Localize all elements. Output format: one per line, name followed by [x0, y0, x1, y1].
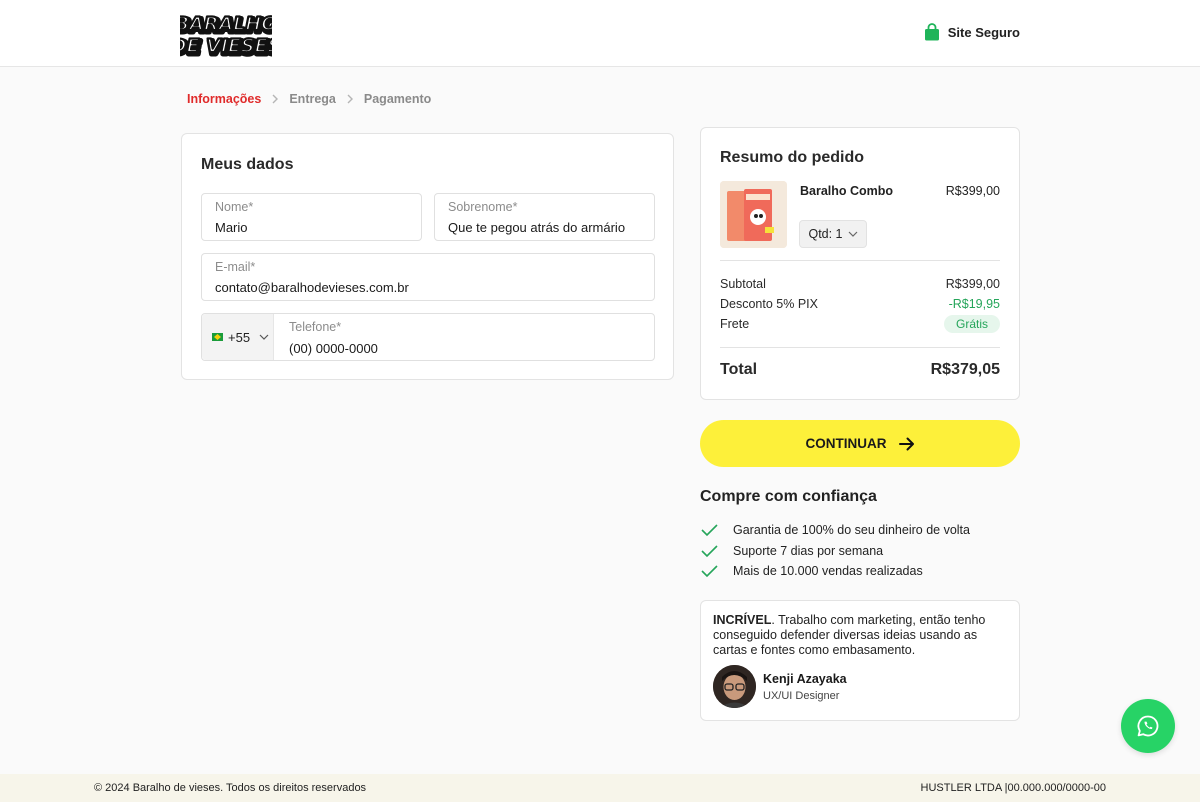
shipping-label: Frete — [720, 317, 750, 331]
testimonial-card: INCRÍVEL. Trabalho com marketing, então … — [700, 600, 1020, 721]
summary-divider — [720, 260, 1000, 261]
trust-item: Garantia de 100% do seu dinheiro de volt… — [700, 520, 970, 540]
whatsapp-icon — [1137, 715, 1159, 737]
arrow-right-icon — [898, 437, 914, 450]
testimonial-text: INCRÍVEL. Trabalho com marketing, então … — [713, 613, 1003, 658]
trust-title: Compre com confiança — [700, 488, 877, 505]
chevron-right-icon — [271, 94, 279, 104]
trust-list: Garantia de 100% do seu dinheiro de volt… — [700, 520, 970, 582]
first-name-value[interactable]: Mario — [215, 220, 248, 235]
last-name-value[interactable]: Que te pegou atrás do armário — [448, 220, 625, 235]
product-price: R$399,00 — [945, 184, 1000, 198]
quantity-select[interactable]: Qtd: 1 — [799, 220, 867, 248]
last-name-field[interactable]: Sobrenome* Que te pegou atrás do armário — [434, 193, 655, 241]
chevron-down-icon — [848, 231, 857, 237]
order-summary-title: Resumo do pedido — [720, 149, 864, 166]
personal-data-card: Meus dados Nome* Mario Sobrenome* Que te… — [181, 133, 674, 380]
form-title: Meus dados — [201, 156, 294, 173]
phone-field[interactable]: +55 Telefone* (00) 0000-0000 — [201, 313, 655, 361]
country-code-value: +55 — [228, 329, 251, 345]
product-name: Baralho Combo — [800, 184, 894, 198]
first-name-field[interactable]: Nome* Mario — [201, 193, 422, 241]
total-row: Total R$379,05 — [720, 361, 1000, 379]
trust-item-text: Mais de 10.000 vendas realizadas — [733, 564, 923, 578]
email-field[interactable]: E-mail* contato@baralhodevieses.com.br — [201, 253, 655, 301]
reviewer-name: Kenji Azayaka — [763, 672, 847, 686]
check-icon — [701, 524, 718, 537]
discount-value: -R$19,95 — [948, 297, 1000, 311]
secure-site-indicator: Site Seguro — [924, 23, 1020, 41]
avatar — [713, 665, 756, 708]
phone-value[interactable]: (00) 0000-0000 — [289, 341, 378, 356]
svg-text:BARALHO: BARALHO — [180, 13, 272, 35]
summary-divider — [720, 347, 1000, 348]
phone-label: Telefone* — [289, 320, 342, 334]
breadcrumb-step-informacoes[interactable]: Informações — [187, 92, 261, 106]
trust-item: Mais de 10.000 vendas realizadas — [700, 561, 970, 581]
free-shipping-badge: Grátis — [943, 315, 1000, 333]
site-header: BARALHO BARALHO DE VIESES DE VIESES Site… — [0, 0, 1200, 67]
testimonial-highlight: INCRÍVEL — [713, 613, 772, 627]
trust-item-text: Garantia de 100% do seu dinheiro de volt… — [733, 523, 970, 537]
svg-text:DE VIESES: DE VIESES — [180, 35, 272, 57]
email-label: E-mail* — [215, 260, 256, 274]
first-name-label: Nome* — [215, 200, 254, 214]
secure-label: Site Seguro — [947, 24, 1020, 40]
brand-logo[interactable]: BARALHO BARALHO DE VIESES DE VIESES — [170, 9, 286, 62]
order-summary-card: Resumo do pedido Baralho Combo R$399,00 … — [700, 127, 1020, 400]
check-icon — [701, 544, 718, 557]
total-value: R$379,05 — [930, 361, 1000, 378]
brand-logo-mark: BARALHO BARALHO DE VIESES DE VIESES — [170, 12, 286, 62]
total-label: Total — [720, 361, 758, 378]
chevron-down-icon — [259, 334, 269, 340]
subtotal-label: Subtotal — [720, 277, 766, 291]
breadcrumb-step-entrega[interactable]: Entrega — [289, 92, 336, 106]
discount-row: Desconto 5% PIX -R$19,95 — [720, 295, 1000, 313]
product-image — [720, 181, 787, 248]
product-thumbnail — [720, 181, 787, 248]
subtotal-row: Subtotal R$399,00 — [720, 275, 1000, 293]
trust-item: Suporte 7 dias por semana — [700, 541, 970, 561]
shipping-row: Frete Grátis — [720, 315, 1000, 333]
check-icon — [701, 565, 718, 578]
trust-item-text: Suporte 7 dias por semana — [733, 543, 884, 558]
discount-label: Desconto 5% PIX — [720, 297, 818, 311]
subtotal-value: R$399,00 — [945, 277, 1000, 291]
chevron-right-icon — [346, 94, 354, 104]
whatsapp-chat-button[interactable] — [1121, 699, 1175, 753]
quantity-label: Qtd: 1 — [808, 227, 843, 241]
lock-bag-icon — [924, 23, 939, 41]
footer-company: HUSTLER LTDA |00.000.000/0000-00 — [920, 782, 1107, 794]
continue-button[interactable]: CONTINUAR — [700, 420, 1020, 467]
breadcrumb-step-pagamento[interactable]: Pagamento — [364, 92, 431, 106]
reviewer-photo — [713, 665, 756, 708]
checkout-breadcrumb: Informações Entrega Pagamento — [187, 92, 431, 106]
footer-copyright: © 2024 Baralho de vieses. Todos os direi… — [94, 782, 367, 794]
last-name-label: Sobrenome* — [448, 200, 518, 214]
site-footer: © 2024 Baralho de vieses. Todos os direi… — [0, 774, 1200, 802]
reviewer-role: UX/UI Designer — [763, 690, 840, 702]
continue-label: CONTINUAR — [805, 436, 887, 451]
brazil-flag-icon — [212, 333, 223, 341]
country-code-select[interactable]: +55 — [202, 314, 274, 360]
email-value[interactable]: contato@baralhodevieses.com.br — [215, 280, 409, 295]
